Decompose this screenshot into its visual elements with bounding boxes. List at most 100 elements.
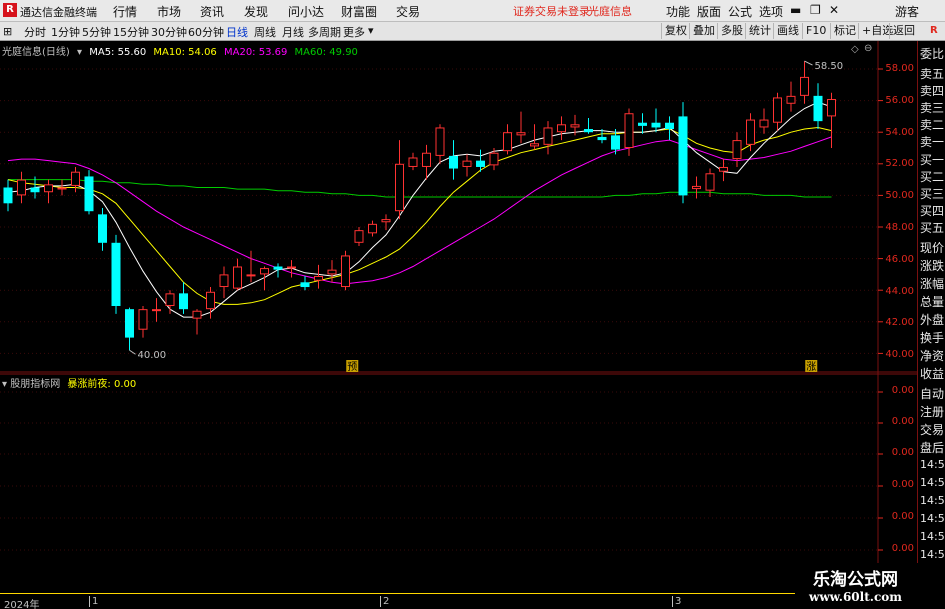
candle-body [827, 99, 836, 117]
candle-body [395, 163, 404, 212]
price-tick: 40.00 [885, 349, 914, 360]
rp-tab-register[interactable]: 注册 [920, 403, 944, 420]
sub-tick: 0.00 [891, 479, 914, 490]
candle-body [165, 293, 175, 307]
candle-body [570, 124, 580, 128]
sub-tick: 0.00 [891, 385, 914, 396]
rp-time: 14:56 [920, 458, 945, 471]
period-tab-timeshare[interactable]: 分时 [24, 24, 46, 40]
period-tab-60min[interactable]: 60分钟 [188, 24, 224, 40]
btn-mark[interactable]: 标记 [830, 23, 859, 39]
rp-label: 卖二 [920, 118, 945, 132]
menu-item-layout[interactable]: 版面 [697, 3, 721, 20]
sub-tick: 0.00 [891, 447, 914, 458]
rp-time: 14:56 [920, 494, 945, 507]
candle-body [476, 160, 485, 167]
date-tick-year: 2024年 [4, 600, 40, 609]
candle [341, 250, 350, 291]
rp-label: 买五 [920, 221, 945, 235]
period-tab-more[interactable]: 更多 [343, 24, 365, 40]
current-stock-name: 光庭信息 [588, 5, 632, 18]
date-tick-month: 2 [380, 596, 389, 607]
candle-body [125, 309, 134, 338]
btn-back[interactable]: 返回 [889, 23, 918, 39]
rp-label: 买一 [920, 153, 945, 167]
watermark-title: 乐淘公式网 [813, 570, 898, 590]
close-icon[interactable]: ✕ [829, 3, 839, 17]
restore-icon[interactable]: ❐ [810, 3, 821, 17]
login-status[interactable]: 证券交易未登录 [513, 3, 590, 19]
candle-body [219, 274, 229, 288]
menu-item-options[interactable]: 选项 [759, 3, 783, 20]
candle-body [233, 266, 242, 289]
menu-item-quotes[interactable]: 行情 [113, 3, 137, 20]
btn-statistics[interactable]: 统计 [745, 23, 774, 39]
period-tab-monthly[interactable]: 月线 [282, 24, 304, 40]
candle-body [260, 268, 269, 275]
rp-tab-trade[interactable]: 交易 [920, 421, 944, 438]
rp-label: 卖四 [920, 84, 945, 98]
toolbar-grid-icon[interactable]: ⊞ [3, 25, 12, 38]
minimize-icon[interactable]: ▬ [790, 3, 801, 17]
menu-item-ask[interactable]: 问小达 [288, 3, 324, 20]
rp-tab-auto[interactable]: 自动 [920, 385, 944, 402]
btn-f10[interactable]: F10 [802, 23, 829, 39]
menu-item-function[interactable]: 功能 [666, 3, 690, 20]
menu-item-discover[interactable]: 发现 [244, 3, 268, 20]
sub-dropdown-icon[interactable]: ▾ [2, 379, 7, 390]
period-tab-15min[interactable]: 15分钟 [113, 24, 149, 40]
menu-item-news[interactable]: 资讯 [200, 3, 224, 20]
rp-label: 现价 [920, 241, 945, 255]
app-window: R 通达信金融终端 行情 市场 资讯 发现 问小达 财富圈 交易 证券交易未登录… [0, 0, 945, 609]
period-tab-1min[interactable]: 1分钟 [51, 24, 80, 40]
btn-restore-rights[interactable]: 复权 [661, 23, 690, 39]
sub-indicator-name[interactable]: 股朋指标网 [10, 379, 60, 390]
signal-marker-label: 预 [347, 361, 357, 373]
candle-body [152, 309, 161, 312]
rp-label: 换手 [920, 331, 945, 345]
price-tick: 52.00 [885, 158, 914, 169]
legend-dropdown-icon[interactable]: ▾ [77, 47, 82, 58]
btn-draw-line[interactable]: 画线 [773, 23, 802, 39]
low-price-label: 40.00 [138, 350, 167, 361]
rp-label: 卖五 [920, 67, 945, 81]
btn-overlay[interactable]: 叠加 [689, 23, 718, 39]
period-tab-daily[interactable]: 日线 [226, 24, 248, 40]
rp-label: 净资 [920, 349, 945, 363]
candle-body [327, 269, 337, 275]
watermark: 乐淘公式网 www.60lt.com [795, 563, 945, 609]
candle-body [273, 266, 283, 270]
more-dropdown-icon[interactable]: ▾ [368, 24, 374, 37]
menu-item-trade[interactable]: 交易 [396, 3, 420, 20]
price-tick: 44.00 [885, 286, 914, 297]
rp-tab-afterhours[interactable]: 盘后 [920, 439, 944, 456]
btn-multi-stock[interactable]: 多股 [717, 23, 746, 39]
candle-body [624, 113, 634, 148]
menu-item-wealth[interactable]: 财富圈 [341, 3, 377, 20]
signal-marker-label: 涨 [806, 361, 816, 373]
menu-item-formula[interactable]: 公式 [728, 3, 752, 20]
candle-body [354, 230, 364, 243]
candle-body [530, 143, 539, 147]
app-logo-icon: R [3, 3, 17, 17]
menu-item-market[interactable]: 市场 [157, 3, 181, 20]
date-tick-month: 1 [89, 596, 98, 607]
candle-body [368, 223, 377, 234]
period-tab-5min[interactable]: 5分钟 [82, 24, 111, 40]
candle-body [84, 176, 94, 212]
price-tick: 50.00 [885, 190, 914, 201]
rp-label: 外盘 [920, 313, 945, 327]
kline-chart[interactable]: 58.50 40.00 预 涨 [0, 41, 917, 593]
rp-label: 委比 [920, 47, 945, 61]
chart-collapse-icon[interactable]: ⊖ [864, 43, 872, 54]
candle-body [98, 214, 107, 243]
stock-period-label: 光庭信息(日线) [2, 47, 70, 58]
candle-body [300, 282, 310, 288]
chart-settings-icon[interactable]: ◇ [851, 44, 859, 55]
candle-body [44, 184, 53, 193]
candle-body [732, 140, 742, 160]
period-tab-weekly[interactable]: 周线 [254, 24, 276, 40]
period-tab-30min[interactable]: 30分钟 [151, 24, 187, 40]
guest-user[interactable]: 游客 [895, 3, 919, 20]
period-tab-multi[interactable]: 多周期 [308, 24, 341, 40]
